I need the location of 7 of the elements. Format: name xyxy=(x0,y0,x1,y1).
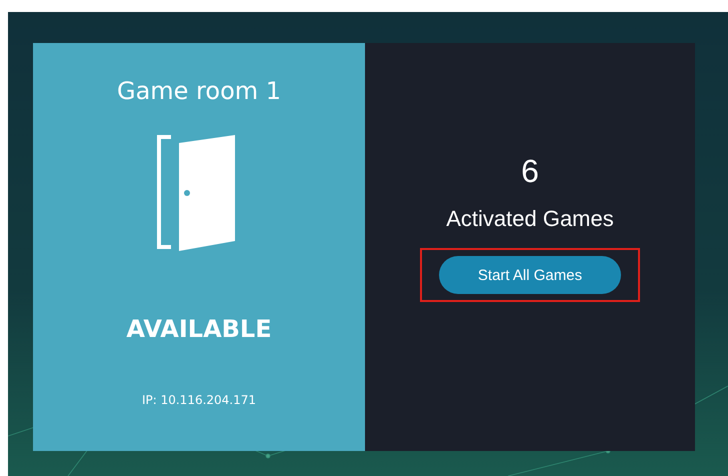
ip-address: IP: 10.116.204.171 xyxy=(142,393,256,407)
start-all-games-button[interactable]: Start All Games xyxy=(439,256,621,294)
games-label: Activated Games xyxy=(446,206,614,232)
room-status: AVAILABLE xyxy=(126,315,272,343)
room-title: Game room 1 xyxy=(116,77,282,105)
games-count: 6 xyxy=(521,153,539,190)
door-icon xyxy=(157,135,237,251)
